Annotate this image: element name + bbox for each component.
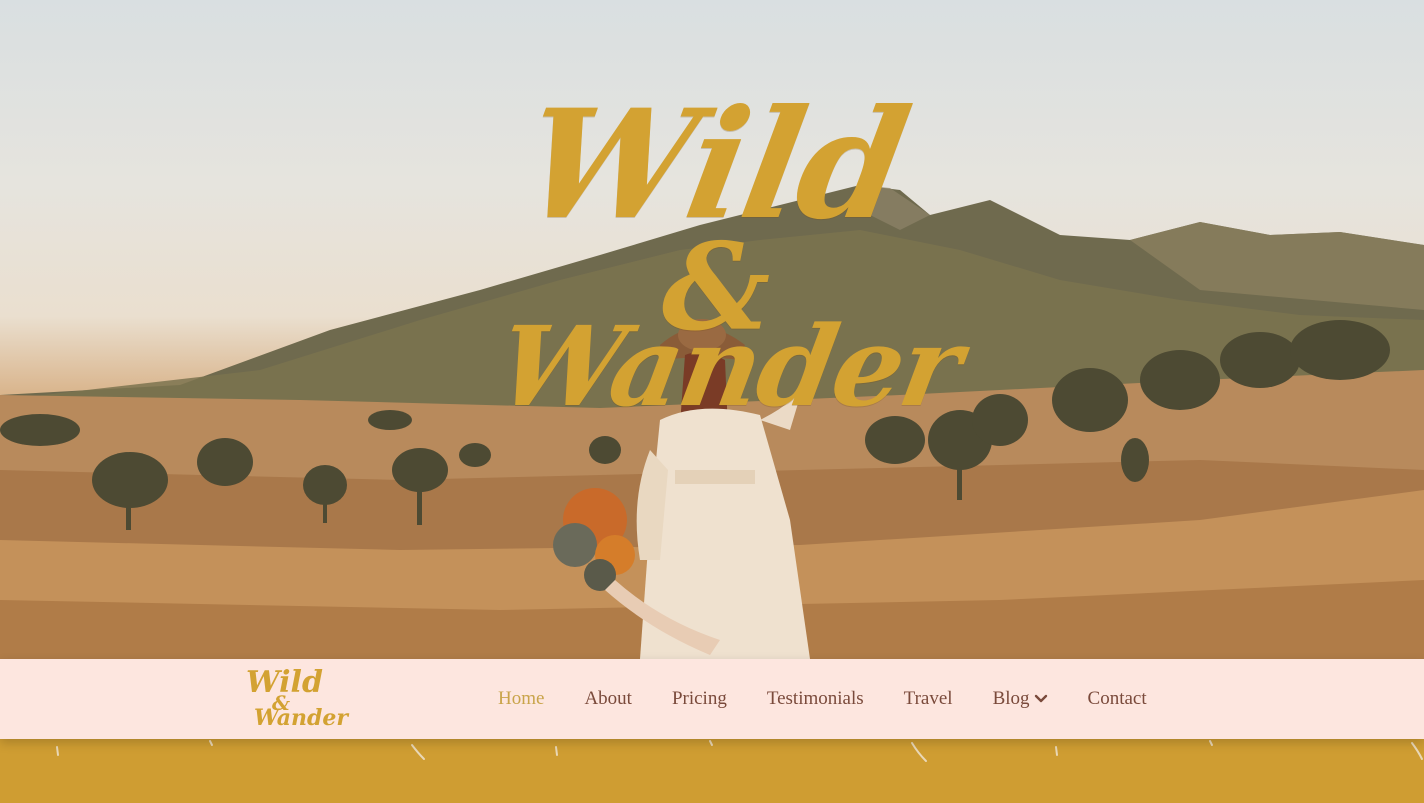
nav-about-label: About — [584, 688, 632, 709]
footer-band — [0, 739, 1424, 803]
chevron-down-icon — [1034, 694, 1047, 703]
nav-contact[interactable]: Contact — [1088, 688, 1147, 710]
nav-home-label: Home — [498, 688, 545, 709]
hero-title: Wild & Wander — [489, 77, 970, 460]
nav-home[interactable]: Home — [498, 688, 544, 710]
hero-banner: Wild & Wander — [0, 0, 1424, 659]
nav-travel[interactable]: Travel — [904, 688, 953, 710]
nav-about[interactable]: About — [584, 688, 632, 710]
primary-nav: Home About Pricing Testimonials Travel B… — [498, 659, 1147, 739]
nav-testimonials-label: Testimonials — [766, 688, 864, 709]
nav-pricing[interactable]: Pricing — [672, 688, 727, 710]
nav-pricing-label: Pricing — [671, 688, 727, 709]
feather-pattern — [56, 740, 1423, 762]
site-logo[interactable]: Wild & Wander — [240, 665, 348, 733]
hero-title-wander: Wander — [488, 302, 970, 431]
nav-blog-label: Blog — [992, 688, 1030, 709]
nav-blog[interactable]: Blog — [993, 688, 1048, 710]
nav-travel-label: Travel — [903, 688, 953, 709]
nav-testimonials[interactable]: Testimonials — [767, 688, 864, 710]
nav-contact-label: Contact — [1087, 688, 1147, 709]
logo-wander: Wander — [254, 705, 349, 731]
main-navbar: Wild & Wander Home About Pricing Testimo… — [0, 659, 1424, 739]
